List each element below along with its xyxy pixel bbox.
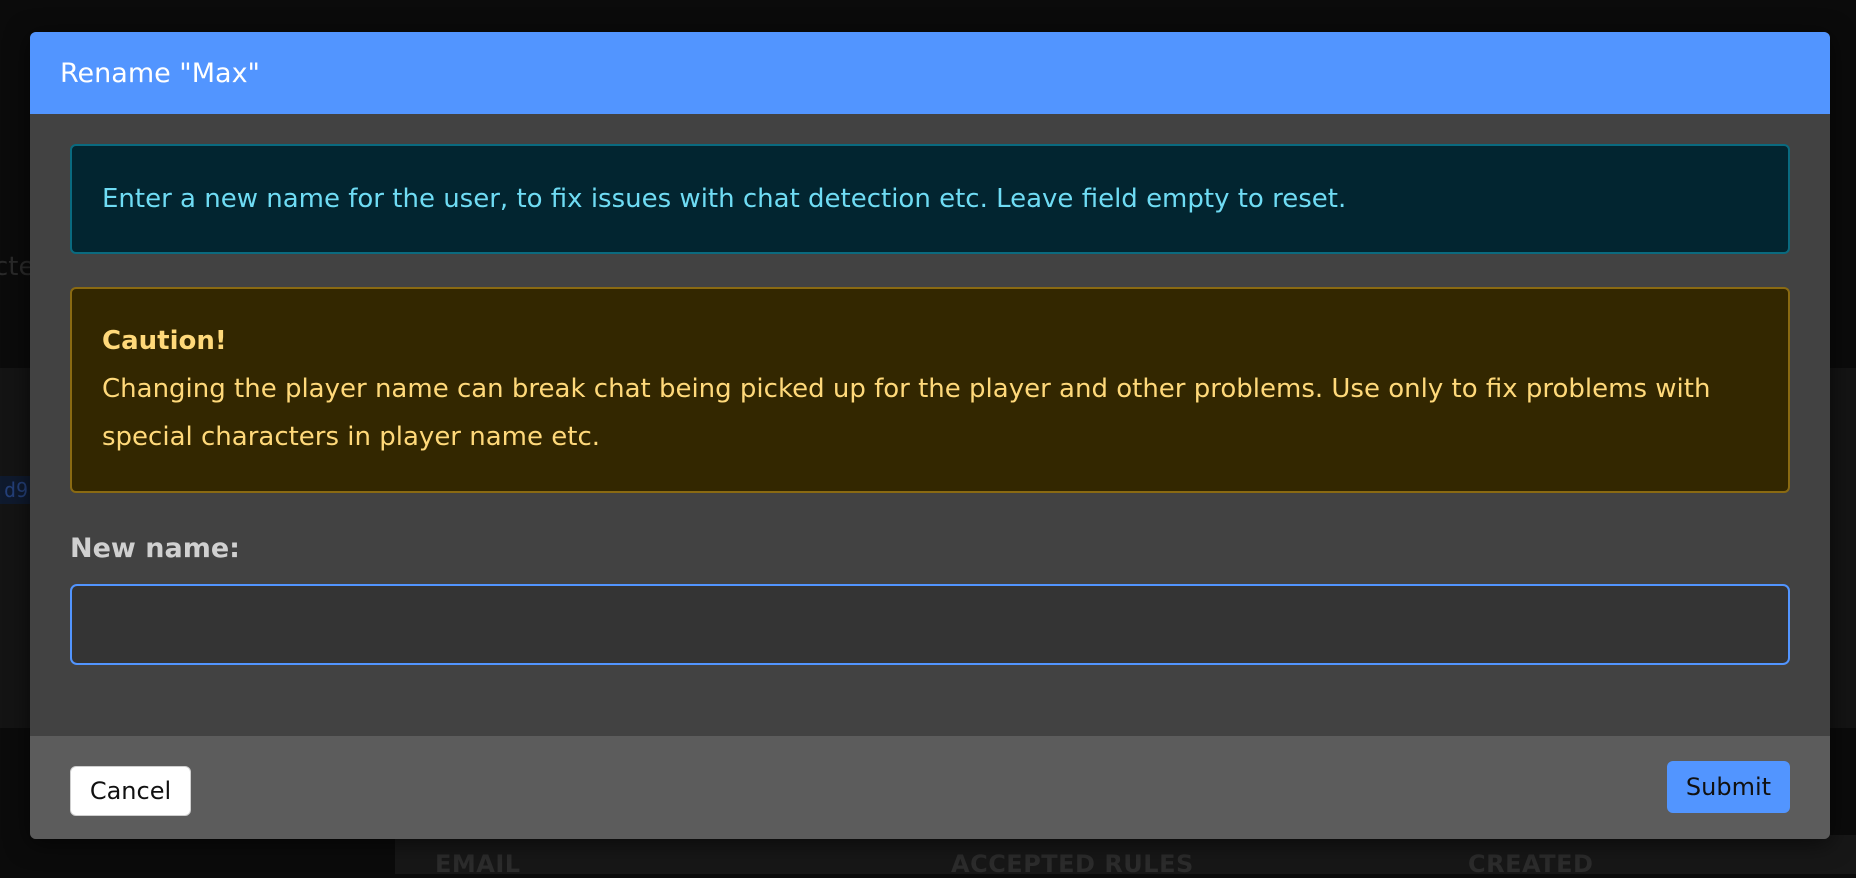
modal-header: Rename "Max" [30,32,1830,114]
modal-title: Rename "Max" [60,58,260,89]
modal-footer: Cancel Submit [30,736,1830,839]
modal-body: Enter a new name for the user, to fix is… [30,114,1830,736]
new-name-label: New name: [70,533,1790,564]
warning-alert-text: Changing the player name can break chat … [102,374,1710,452]
warning-alert-title: Caution! [102,317,1758,365]
submit-button[interactable]: Submit [1667,761,1790,813]
cancel-button[interactable]: Cancel [70,766,191,816]
warning-alert: Caution! Changing the player name can br… [70,287,1790,493]
new-name-input[interactable] [70,584,1790,665]
info-alert-text: Enter a new name for the user, to fix is… [102,184,1346,214]
rename-modal: Rename "Max" Enter a new name for the us… [30,32,1830,839]
info-alert: Enter a new name for the user, to fix is… [70,144,1790,254]
background-partial-code: d9 [0,476,32,504]
